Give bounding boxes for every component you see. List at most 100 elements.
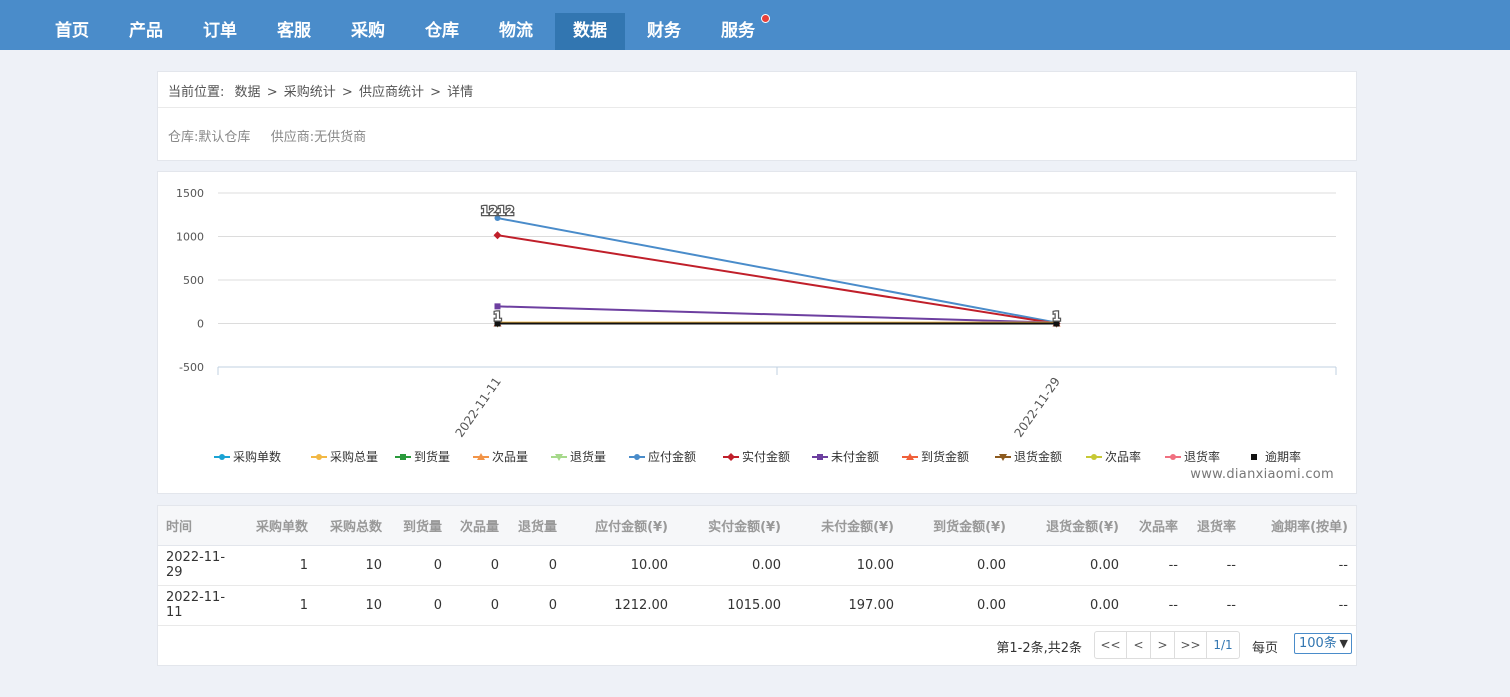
legend-label: 应付金额: [648, 450, 697, 464]
nav-item-5[interactable]: 采购: [337, 13, 399, 50]
legend-swatch-icon: [311, 454, 327, 460]
legend-label: 次品率: [1105, 450, 1142, 464]
legend-swatch-icon: [723, 453, 739, 461]
prev-page-button[interactable]: <: [1127, 632, 1151, 658]
nav-item-6[interactable]: 仓库: [411, 13, 473, 50]
table-header-cell: 退货金额(¥): [1014, 506, 1127, 546]
legend-marker: [400, 454, 406, 460]
legend-swatch-icon: [214, 454, 230, 460]
legend-swatch-icon: [1086, 454, 1102, 460]
breadcrumb-item-data[interactable]: 数据: [235, 85, 261, 100]
watermark: www.dianxiaomi.com: [1190, 467, 1334, 482]
first-page-button[interactable]: <<: [1095, 632, 1127, 658]
supplier-value: 无供货商: [314, 130, 367, 145]
table-cell: 0: [450, 585, 507, 626]
breadcrumb-separator: >: [341, 85, 353, 100]
table-cell: --: [1127, 585, 1186, 626]
table-cell: 0.00: [902, 545, 1014, 586]
series-line-8: [497, 305, 1057, 324]
table-header-cell: 次品率: [1127, 506, 1186, 546]
y-tick-label: -500: [179, 361, 204, 374]
legend-label: 退货量: [570, 450, 607, 464]
table-header-cell: 退货率: [1186, 506, 1244, 546]
y-tick-label: 1500: [176, 187, 204, 200]
table-header-cell: 采购总数: [316, 506, 390, 546]
table-cell: 0.00: [1014, 545, 1127, 586]
y-tick-label: 500: [183, 274, 204, 287]
breadcrumb-prefix: 当前位置:: [168, 85, 225, 100]
legend-marker: [1170, 454, 1176, 460]
data-label: 1212: [481, 204, 514, 218]
nav-item-2[interactable]: 产品: [115, 13, 177, 50]
table-cell: 0: [390, 585, 450, 626]
nav-item-7[interactable]: 物流: [485, 13, 547, 50]
legend-marker: [316, 454, 322, 460]
table-cell: 10: [316, 545, 390, 586]
x-tick-label: 2022-11-11: [452, 375, 503, 440]
per-page-select[interactable]: 100条 ▼: [1294, 633, 1352, 654]
filter-summary: 仓库:默认仓库 供应商:无供货商: [168, 126, 366, 145]
legend-marker: [219, 454, 225, 460]
supplier-label: 供应商:: [270, 130, 315, 145]
table-header-cell: 实付金额(¥): [676, 506, 789, 546]
divider: [158, 107, 1356, 108]
table-header-cell: 采购单数: [240, 506, 316, 546]
last-page-button[interactable]: >>: [1175, 632, 1207, 658]
legend-swatch-icon: [902, 453, 918, 460]
page-indicator: 1/1: [1213, 638, 1233, 652]
table-cell: --: [1186, 585, 1244, 626]
table-header-cell: 次品量: [450, 506, 507, 546]
nav-item-10[interactable]: 服务: [707, 13, 769, 50]
data-point: [494, 303, 501, 310]
legend-swatch-icon: [995, 454, 1011, 461]
table-cell: --: [1244, 585, 1356, 626]
table-cell: 10.00: [789, 545, 902, 586]
stats-table: 时间 采购单数 采购总数 到货量 次品量 退货量 应付金额(¥) 实付金额(¥) 未付金额(¥)…: [158, 506, 1356, 626]
pagination-buttons: << < > >> 1/1: [1094, 631, 1240, 659]
warehouse-label: 仓库:: [168, 130, 199, 145]
table-cell: --: [1244, 545, 1356, 586]
table-cell: 1212.00: [565, 585, 676, 626]
nav-item-8[interactable]: 数据: [555, 13, 625, 50]
legend-label: 到货金额: [921, 450, 970, 464]
y-tick-label: 1000: [176, 231, 204, 244]
legend-label: 未付金额: [831, 450, 880, 464]
next-page-button[interactable]: >: [1151, 632, 1175, 658]
y-tick-label: 0: [197, 318, 204, 331]
notification-dot-icon: [761, 14, 770, 23]
legend-swatch-icon: [395, 454, 411, 460]
table-cell: 0: [450, 545, 507, 586]
legend-label: 退货率: [1184, 450, 1221, 464]
legend-label: 实付金额: [742, 450, 791, 464]
x-tick-label: 2022-11-29: [1011, 375, 1062, 440]
nav-item-1[interactable]: 首页: [41, 13, 103, 50]
legend-marker: [727, 453, 735, 461]
table-cell: 10: [316, 585, 390, 626]
per-page-value: 100条: [1299, 636, 1337, 651]
nav-item-9[interactable]: 财务: [633, 13, 695, 50]
table-cell: 197.00: [789, 585, 902, 626]
legend-label: 到货量: [414, 450, 451, 464]
chevron-down-icon: ▼: [1339, 637, 1348, 650]
table-cell: 1: [240, 585, 316, 626]
breadcrumb-item-supplier-stats[interactable]: 供应商统计: [359, 85, 424, 100]
breadcrumb-separator: >: [266, 85, 278, 100]
table-header-cell: 到货金额(¥): [902, 506, 1014, 546]
table-cell: 0: [507, 585, 565, 626]
nav-item-3[interactable]: 订单: [189, 13, 251, 50]
breadcrumb-panel: 当前位置: 数据 > 采购统计 > 供应商统计 > 详情 仓库:默认仓库 供应商…: [157, 71, 1357, 161]
table-cell: 1015.00: [676, 585, 789, 626]
table-row: 2022-11-11 1 10 0 0 0 1212.00 1015.00 197.00 0.00…: [158, 585, 1356, 626]
legend-swatch-icon: [812, 454, 828, 460]
legend-marker: [817, 454, 823, 460]
nav-item-4[interactable]: 客服: [263, 13, 325, 50]
breadcrumb-item-detail: 详情: [447, 85, 474, 100]
breadcrumb-item-purchase-stats[interactable]: 采购统计: [284, 85, 336, 100]
table-cell: 0.00: [676, 545, 789, 586]
top-nav: 首页 产品 订单 客服 采购 仓库 物流 数据 财务 服务: [0, 0, 1510, 50]
table-cell: 2022-11-29: [158, 545, 240, 586]
table-cell: 10.00: [565, 545, 676, 586]
table-header-cell: 应付金额(¥): [565, 506, 676, 546]
table-cell: 2022-11-11: [158, 585, 240, 626]
pagination-summary: 第1-2条,共2条: [996, 641, 1082, 656]
